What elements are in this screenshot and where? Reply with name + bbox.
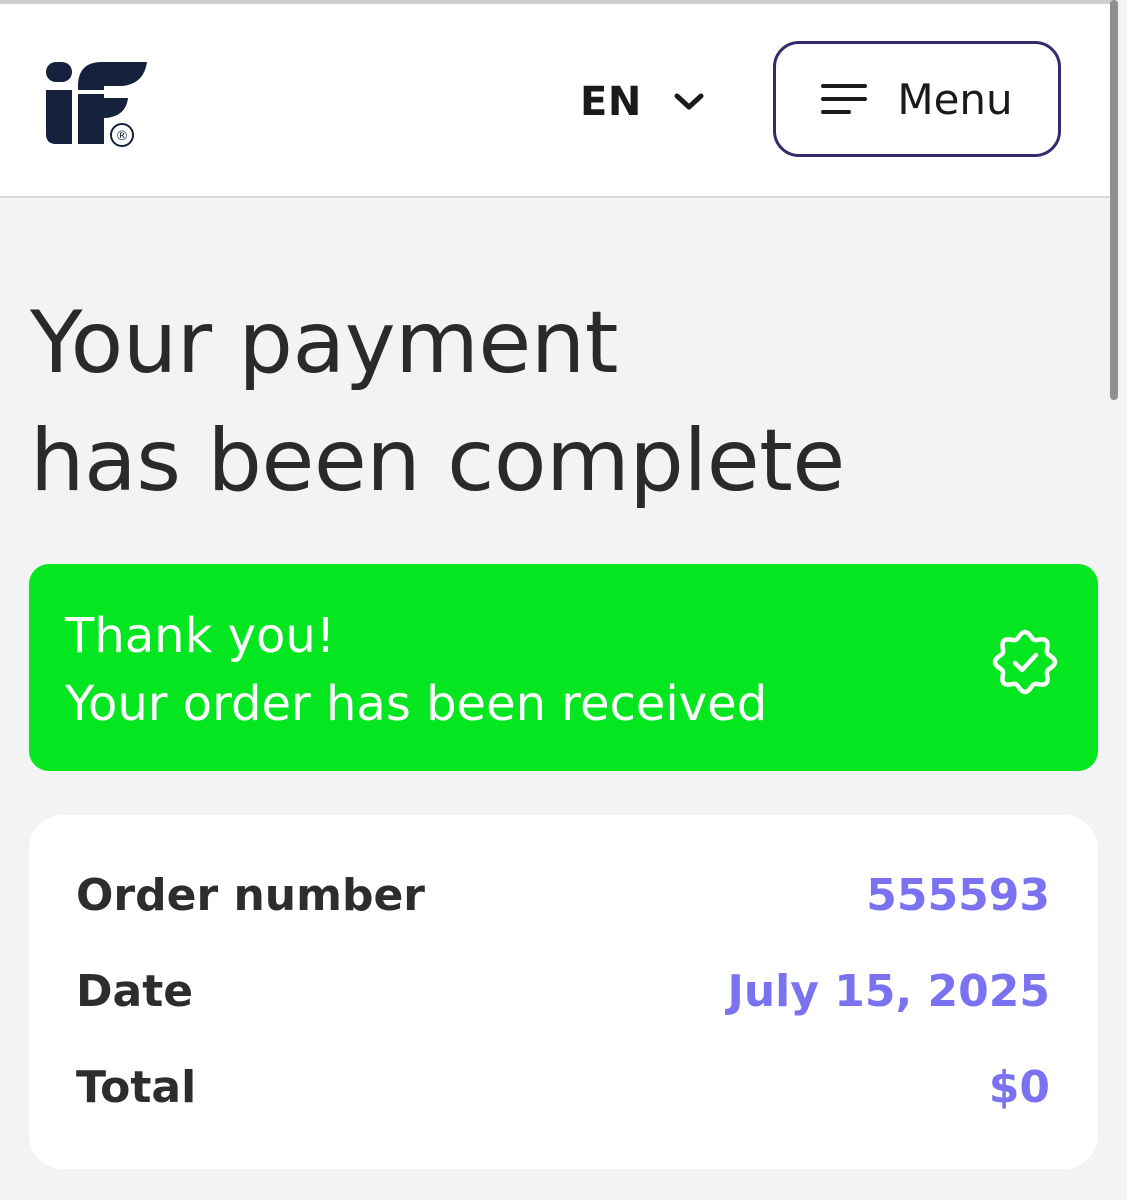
page-title-line-2: has been complete [30,411,845,511]
order-date-value: July 15, 2025 [727,965,1050,1017]
order-total-value: $0 [988,1061,1050,1113]
order-date-label: Date [76,965,194,1017]
site-header: ® EN Menu [0,4,1112,198]
page-title-line-1: Your payment [30,293,619,393]
order-number-label: Order number [76,869,425,921]
page: ® EN Menu Your payment has been complete… [0,0,1127,1200]
check-badge-icon [992,629,1058,695]
order-total-label: Total [76,1061,197,1113]
order-total-row: Total $0 [76,1057,1050,1117]
order-date-row: Date July 15, 2025 [76,961,1050,1021]
language-selector[interactable]: EN [580,74,706,130]
if-logo-icon: ® [46,62,147,147]
chevron-down-icon [674,93,704,110]
language-label: EN [580,79,642,125]
brand-logo[interactable]: ® [44,56,154,148]
scrollbar-thumb[interactable] [1110,0,1118,400]
page-title: Your payment has been complete [30,284,845,520]
success-banner-title: Thank you! [65,608,336,664]
hamburger-icon [821,84,868,114]
success-banner-message: Your order has been received [65,676,768,732]
menu-button[interactable]: Menu [773,41,1061,157]
order-number-row: Order number 555593 [76,865,1050,925]
success-banner: Thank you! Your order has been received [29,564,1098,771]
order-summary-card: Order number 555593 Date July 15, 2025 T… [29,815,1098,1169]
menu-button-label: Menu [897,74,1013,124]
order-number-value: 555593 [866,869,1050,921]
registered-mark: ® [116,129,129,144]
